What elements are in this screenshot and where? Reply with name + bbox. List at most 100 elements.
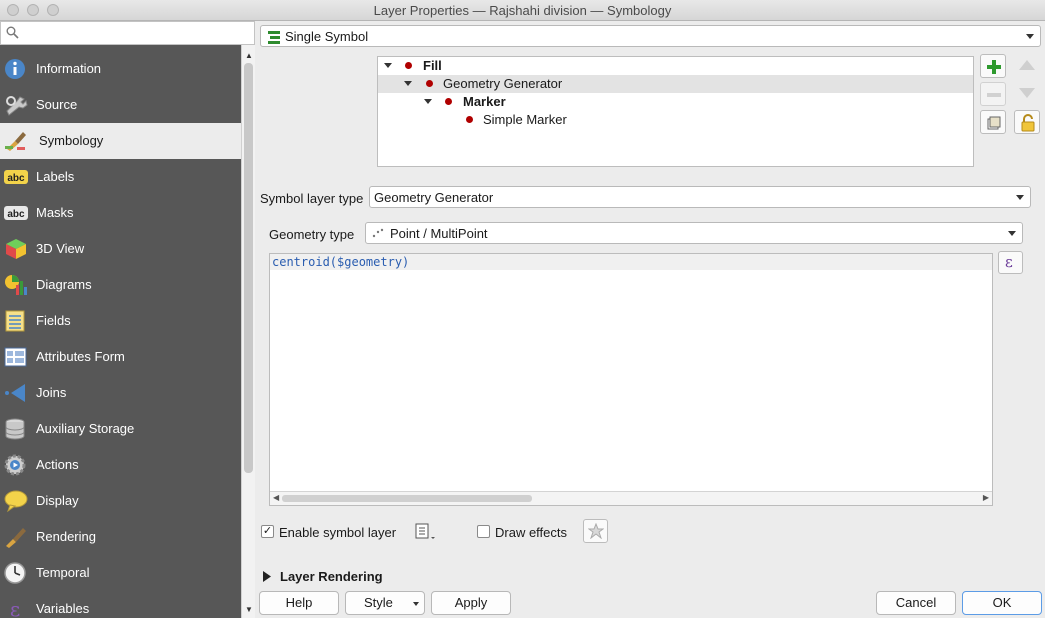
- tree-row-label: Marker: [463, 94, 506, 109]
- paintbrush-icon: [5, 132, 26, 151]
- editor-scrollbar-thumb[interactable]: [282, 495, 532, 502]
- tree-row-label: Fill: [423, 58, 442, 73]
- sidebar-item-label: Display: [36, 493, 79, 508]
- simple-marker-symbol-icon: [466, 116, 473, 123]
- sidebar-item-label: Symbology: [39, 133, 104, 148]
- duplicate-icon: [987, 116, 1001, 130]
- actions-gear-icon: [4, 454, 26, 476]
- sidebar-item-3d-view[interactable]: 3D View: [0, 231, 241, 267]
- tree-row-fill[interactable]: Fill: [378, 57, 973, 75]
- sidebar-item-attributes-form[interactable]: Attributes Form: [0, 339, 241, 375]
- search-input[interactable]: [0, 21, 255, 45]
- draw-effects-label: Draw effects: [495, 525, 568, 540]
- help-button[interactable]: Help: [259, 591, 339, 615]
- sidebar-item-auxiliary-storage[interactable]: Auxiliary Storage: [0, 411, 241, 447]
- sidebar-item-actions[interactable]: Actions: [0, 447, 241, 483]
- plus-icon: [987, 60, 1001, 74]
- sidebar-item-masks[interactable]: abc Masks: [0, 195, 241, 231]
- geometry-generator-symbol-icon: [426, 80, 433, 87]
- expression-text[interactable]: centroid($geometry): [272, 255, 409, 269]
- sidebar-item-label: Attributes Form: [36, 349, 125, 364]
- expand-triangle-icon[interactable]: [384, 63, 392, 68]
- remove-symbol-layer-button[interactable]: [980, 82, 1006, 106]
- move-up-button[interactable]: [1014, 54, 1040, 78]
- lock-layer-button[interactable]: [1014, 110, 1040, 134]
- draw-effects-checkbox[interactable]: [477, 525, 490, 538]
- sidebar-item-display[interactable]: Display: [0, 483, 241, 519]
- sidebar-item-symbology[interactable]: Symbology: [0, 123, 241, 159]
- editor-horizontal-scrollbar[interactable]: ◀ ▶: [270, 491, 992, 505]
- tree-row-marker[interactable]: Marker: [378, 93, 973, 111]
- geometry-type-label: Geometry type: [269, 227, 355, 242]
- enable-symbol-layer-checkbox[interactable]: ✓: [261, 525, 274, 538]
- clock-icon: [4, 562, 26, 584]
- lock-icon: [1021, 114, 1035, 132]
- sidebar-item-label: Actions: [36, 457, 79, 472]
- tree-row-geometry-generator[interactable]: Geometry Generator: [378, 75, 973, 93]
- database-icon: [5, 418, 25, 440]
- epsilon-icon: ε: [1005, 253, 1013, 271]
- layer-rendering-header[interactable]: Layer Rendering: [280, 569, 383, 584]
- expression-editor[interactable]: centroid($geometry) ◀ ▶: [269, 253, 993, 506]
- search-icon: [6, 26, 19, 39]
- sidebar-item-information[interactable]: Information: [0, 51, 241, 87]
- sidebar: Information Source Symbology abc Labels …: [0, 45, 241, 618]
- data-defined-override-icon[interactable]: [413, 523, 439, 541]
- cancel-button[interactable]: Cancel: [876, 591, 956, 615]
- symbol-layer-tree[interactable]: Fill Geometry Generator Marker Simple Ma…: [377, 56, 974, 167]
- sidebar-item-labels[interactable]: abc Labels: [0, 159, 241, 195]
- scroll-down-arrow-icon[interactable]: ▼: [245, 605, 253, 614]
- sidebar-item-label: Diagrams: [36, 277, 92, 292]
- diagram-icon: [5, 275, 27, 295]
- sidebar-item-rendering[interactable]: Rendering: [0, 519, 241, 555]
- sidebar-item-diagrams[interactable]: Diagrams: [0, 267, 241, 303]
- sidebar-scrollbar-thumb[interactable]: [244, 63, 253, 473]
- sidebar-item-joins[interactable]: Joins: [0, 375, 241, 411]
- minus-icon: [987, 93, 1001, 97]
- expand-triangle-right-icon[interactable]: [263, 571, 271, 582]
- scroll-up-arrow-icon[interactable]: ▲: [245, 51, 253, 60]
- chevron-down-icon: [1026, 34, 1034, 39]
- symbology-panel: Single Symbol Fill Geometry Generator Ma…: [256, 21, 1045, 618]
- duplicate-symbol-layer-button[interactable]: [980, 110, 1006, 134]
- scroll-left-arrow-icon[interactable]: ◀: [273, 493, 279, 502]
- symbol-layer-type-select[interactable]: Geometry Generator: [369, 186, 1031, 208]
- tree-row-simple-marker[interactable]: Simple Marker: [378, 111, 973, 129]
- marker-symbol-icon: [445, 98, 452, 105]
- sidebar-scrollbar[interactable]: ▲ ▼: [241, 45, 255, 618]
- sidebar-item-source[interactable]: Source: [0, 87, 241, 123]
- chevron-down-icon: [1016, 195, 1024, 200]
- expand-triangle-icon[interactable]: [404, 81, 412, 86]
- style-button[interactable]: Style: [345, 591, 425, 615]
- apply-button[interactable]: Apply: [431, 591, 511, 615]
- epsilon-icon: ε: [10, 597, 20, 618]
- effects-settings-button[interactable]: [583, 519, 608, 543]
- window-title: Layer Properties — Rajshahi division — S…: [373, 3, 672, 18]
- add-symbol-layer-button[interactable]: [980, 54, 1006, 78]
- ok-button[interactable]: OK: [962, 591, 1042, 615]
- fill-symbol-icon: [405, 62, 412, 69]
- tree-row-label: Geometry Generator: [443, 76, 563, 91]
- chevron-down-icon: [1008, 231, 1016, 236]
- sidebar-item-label: Fields: [36, 313, 71, 328]
- sidebar-item-label: Variables: [36, 601, 90, 616]
- sidebar-item-label: Labels: [36, 169, 75, 184]
- sidebar-item-fields[interactable]: Fields: [0, 303, 241, 339]
- sidebar-item-temporal[interactable]: Temporal: [0, 555, 241, 591]
- tree-row-label: Simple Marker: [483, 112, 567, 127]
- scroll-right-arrow-icon[interactable]: ▶: [983, 493, 989, 502]
- expand-triangle-icon[interactable]: [424, 99, 432, 104]
- move-down-button[interactable]: [1014, 82, 1040, 106]
- joins-icon: [5, 384, 25, 402]
- info-icon: [5, 59, 25, 79]
- source-wrench-icon: [6, 96, 28, 116]
- abc-labels-icon: abc: [4, 170, 28, 184]
- sidebar-item-variables[interactable]: ε Variables: [0, 591, 241, 618]
- geometry-type-select[interactable]: Point / MultiPoint: [365, 222, 1023, 244]
- expression-builder-button[interactable]: ε: [998, 251, 1023, 274]
- chevron-down-icon: [413, 602, 419, 606]
- title-bar: Layer Properties — Rajshahi division — S…: [0, 0, 1045, 21]
- renderer-select[interactable]: Single Symbol: [260, 25, 1041, 47]
- star-effects-icon: [588, 523, 604, 539]
- enable-symbol-layer-label: Enable symbol layer: [279, 525, 397, 540]
